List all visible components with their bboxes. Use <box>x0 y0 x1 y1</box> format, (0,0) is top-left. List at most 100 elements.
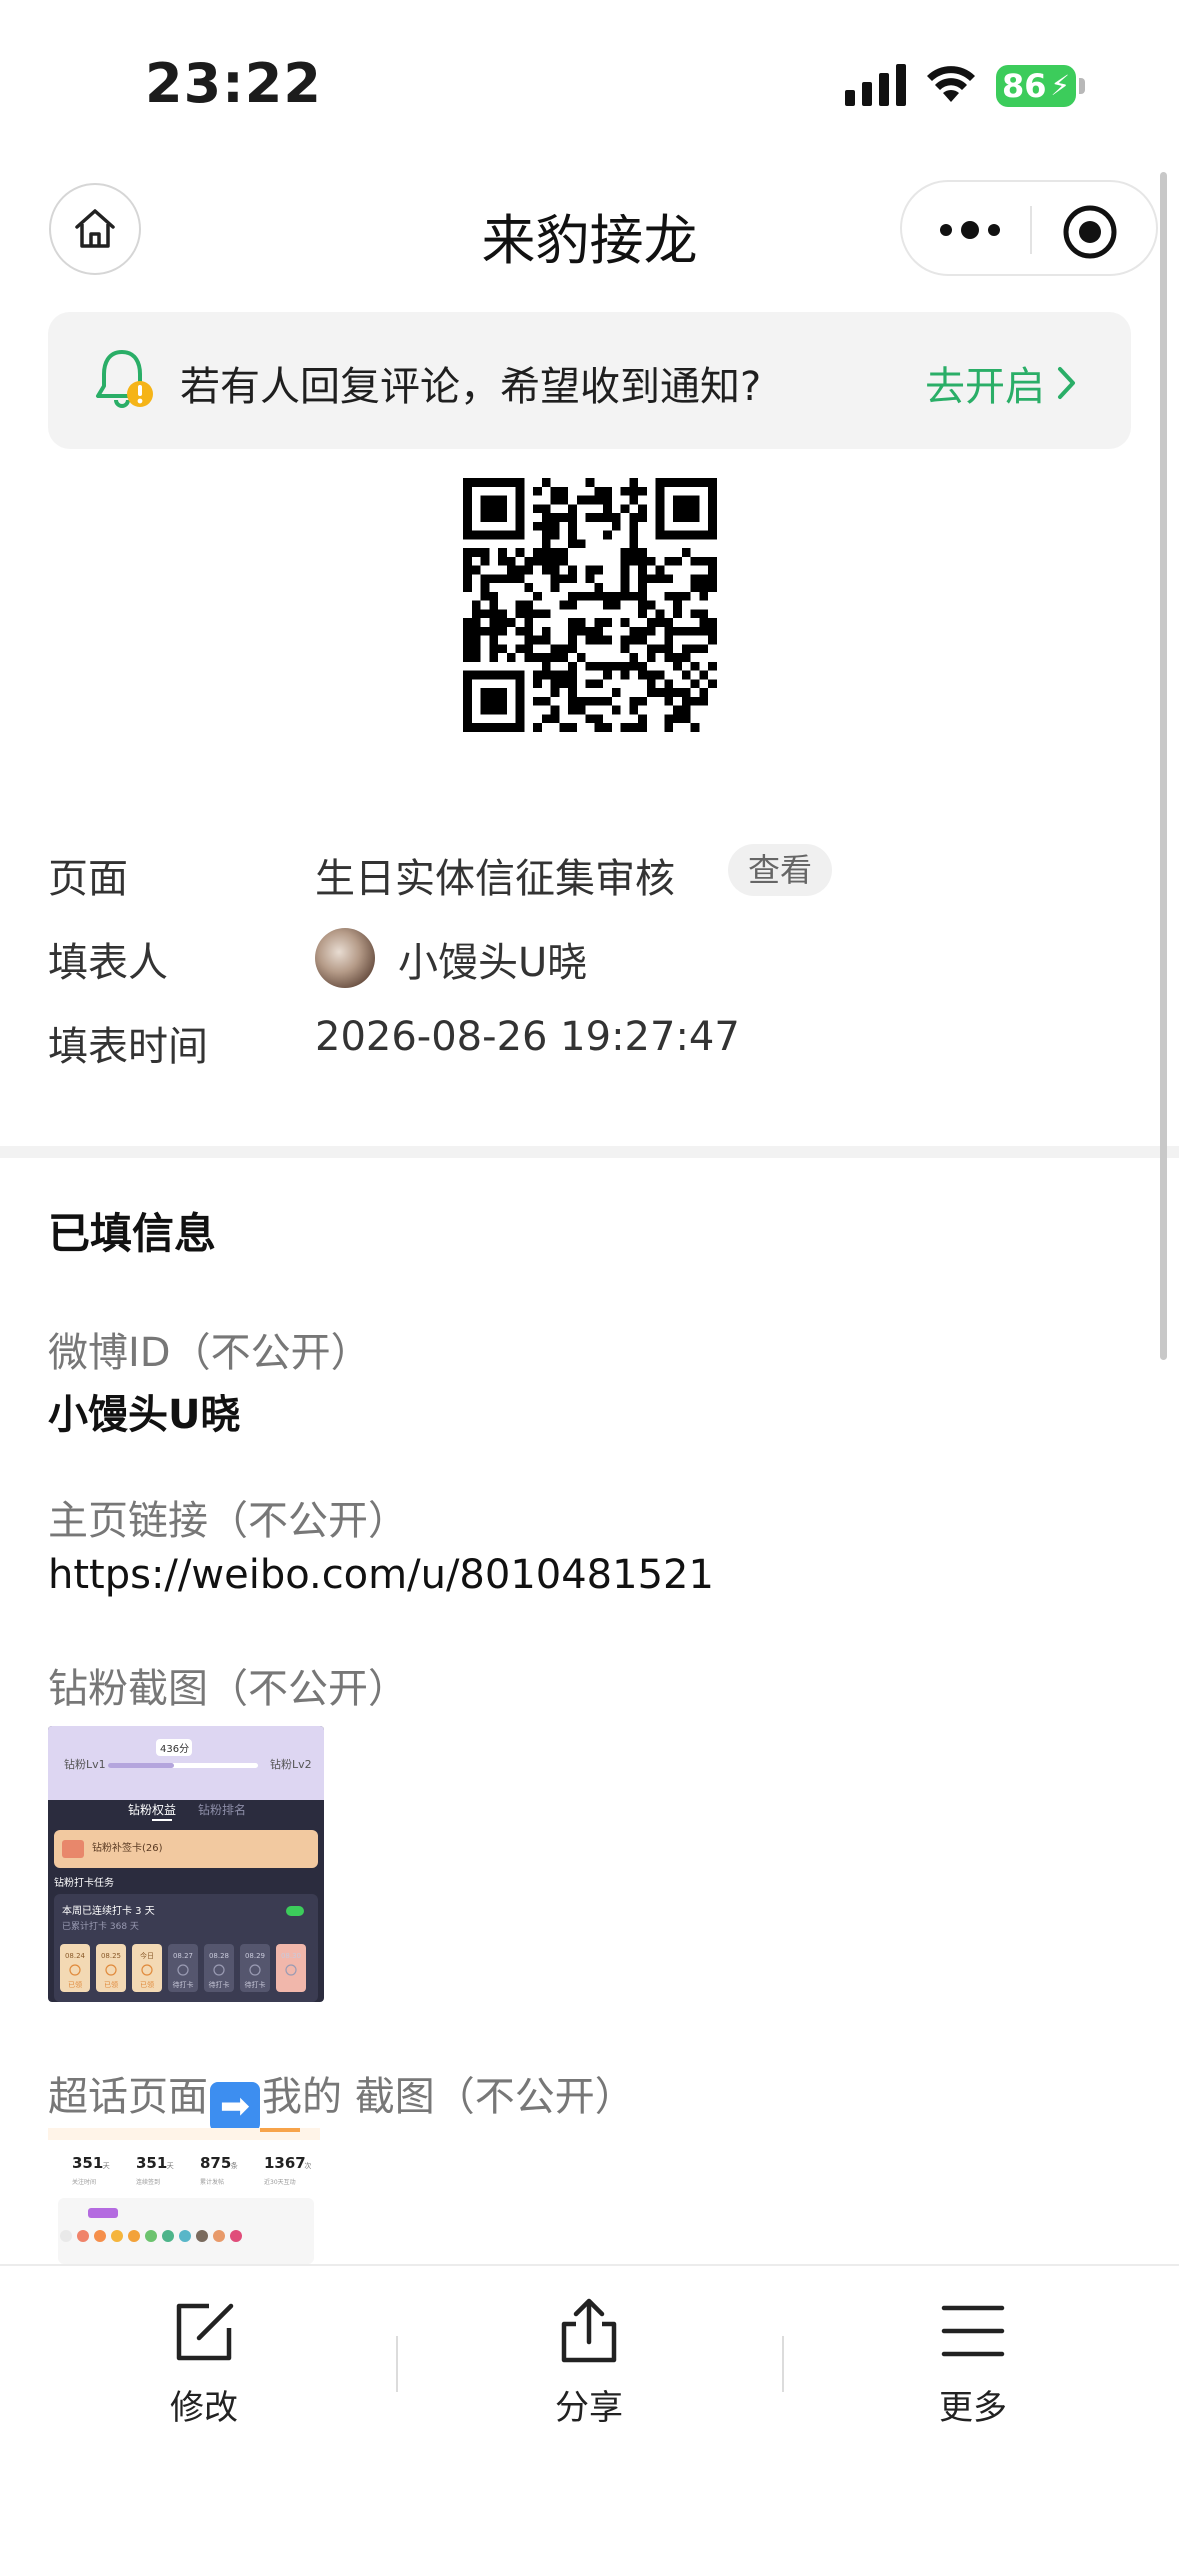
charging-bolt-icon: ⚡ <box>1050 69 1070 102</box>
filled-info-title: 已填信息 <box>48 1209 217 1258</box>
enable-notify-link[interactable]: 去开启 <box>925 354 1077 412</box>
scrollbar[interactable] <box>1160 172 1167 1360</box>
close-miniprogram-button[interactable] <box>1062 204 1118 260</box>
thumb-lv2: 钻粉Lv2 <box>270 1757 312 1771</box>
time-value: 2026-08-26 19:27:47 <box>315 1014 740 1060</box>
homepage-label: 主页链接（不公开） <box>48 1498 408 1544</box>
thumb2-badge-icon <box>162 2230 174 2242</box>
more-button[interactable]: 更多 <box>873 2296 1073 2429</box>
thumb-tab2: 钻粉排名 <box>198 1802 246 1817</box>
more-dots-icon <box>940 221 1000 239</box>
thumb2-badge-icon <box>94 2230 106 2242</box>
arrow-right-emoji-icon: ➡ <box>210 2082 260 2132</box>
thumb-score: 436分 <box>160 1743 189 1755</box>
thumb-day-date: 08.25 <box>101 1952 121 1960</box>
filler-label: 填表人 <box>48 940 168 986</box>
thumb2-stat-caption: 连续签到 <box>136 2178 160 2186</box>
edit-button[interactable]: 修改 <box>104 2296 304 2429</box>
thumb2-badge-icon <box>145 2230 157 2242</box>
toolbar-divider <box>782 2336 784 2392</box>
thumb-day-status: 已领 <box>140 1980 154 1989</box>
thumb-card-title: 钻粉补签卡(26) <box>92 1841 163 1854</box>
weibo-id-value: 小馒头U晓 <box>48 1392 241 1438</box>
thumb-day-status: 待打卡 <box>245 1980 266 1989</box>
status-time: 23:22 <box>145 52 322 115</box>
topic-screenshot-image: 351 天关注时间351 天连续签到875 条累计发帖1367次近30天互动 <box>48 2128 320 2264</box>
thumb2-badge-icon <box>179 2230 191 2242</box>
page-label: 页面 <box>48 856 128 902</box>
share-button[interactable]: 分享 <box>489 2296 689 2429</box>
avatar[interactable] <box>315 928 375 988</box>
thumb2-stats-row: 351 天关注时间351 天连续签到875 条累计发帖1367次近30天互动 <box>72 2154 311 2186</box>
toolbar-divider <box>396 2336 398 2392</box>
share-label: 分享 <box>555 2388 623 2428</box>
homepage-link[interactable]: https://weibo.com/u/8010481521 <box>48 1552 714 1598</box>
battery-level: 86 <box>1002 67 1047 105</box>
thumb-day-status: 已领 <box>68 1980 82 1989</box>
thumb-day-status: 待打卡 <box>173 1980 194 1989</box>
thumb2-stat-caption: 近30天互动 <box>264 2178 296 2186</box>
thumb-task-title: 钻粉打卡任务 <box>54 1876 114 1889</box>
page-value: 生日实体信征集审核 <box>315 856 675 902</box>
fans-screenshot-label: 钻粉截图（不公开） <box>48 1666 408 1712</box>
battery-nub <box>1079 78 1085 94</box>
view-button[interactable]: 查看 <box>728 844 833 896</box>
notify-text: 若有人回复评论，希望收到通知? <box>180 364 762 410</box>
time-label: 填表时间 <box>48 1024 208 1070</box>
filler-name: 小馒头U晓 <box>398 940 588 986</box>
thumb-day-date: 08.29 <box>245 1952 265 1960</box>
thumb-day-date: 08.28 <box>209 1952 229 1960</box>
notification-banner[interactable]: 若有人回复评论，希望收到通知? 去开启 <box>48 312 1131 449</box>
battery-indicator: 86 ⚡ <box>996 65 1085 107</box>
thumb2-badge-icon <box>60 2230 72 2242</box>
chevron-right-icon <box>1058 367 1075 399</box>
share-icon <box>561 2298 617 2363</box>
thumb2-stat-unit: 天 <box>103 2162 110 2170</box>
thumb-day-row: 08.24 已领 08.25 已领 今日已领 08.27 待打卡 08.28 待打卡 08.29 待… <box>60 1944 306 1992</box>
wifi-icon <box>927 66 975 102</box>
thumb2-stat-unit: 次 <box>304 2161 311 2170</box>
thumb2-stat-value: 351 <box>72 2154 103 2172</box>
thumb2-badge-icon <box>196 2230 208 2242</box>
thumb2-stat-caption: 关注时间 <box>72 2178 96 2186</box>
thumb2-badge-icon <box>111 2230 123 2242</box>
thumb2-stat-value: 351 <box>136 2154 167 2172</box>
section-divider <box>0 1146 1179 1158</box>
thumb-day-date: 今日 <box>140 1951 154 1960</box>
thumb2-badge-icon <box>230 2230 242 2242</box>
thumb2-badge-icon <box>128 2230 140 2242</box>
thumb2-badge-icon <box>77 2230 89 2242</box>
edit-label: 修改 <box>170 2388 238 2428</box>
thumb-day-status: 已领 <box>104 1980 118 1989</box>
thumb2-badge-icon <box>213 2230 225 2242</box>
thumb2-stat-value: 1367 <box>264 2154 306 2172</box>
fans-screenshot-image: 钻粉Lv1 钻粉Lv2 436分 钻粉权益 钻粉排名 钻粉补签卡(26) 钻粉打… <box>48 1726 324 2002</box>
submission-meta: 页面 生日实体信征集审核 查看 填表人 小馒头U晓 填表时间 2026-08-2… <box>48 838 1131 1090</box>
miniprogram-capsule <box>900 180 1158 276</box>
status-bar: 23:22 86 ⚡ <box>0 0 1179 150</box>
thumb2-stat-caption: 累计发帖 <box>200 2178 224 2186</box>
enable-notify-label: 去开启 <box>925 364 1045 410</box>
qr-code[interactable] <box>463 478 717 732</box>
bottom-toolbar: 修改 分享 更多 <box>0 2264 1179 2556</box>
thumb2-stat-unit: 天 <box>167 2162 174 2170</box>
thumb-day-date: 08.27 <box>173 1952 193 1960</box>
cellular-signal-icon <box>845 64 906 106</box>
thumb-total: 已累计打卡 368 天 <box>62 1920 139 1932</box>
bell-alert-icon <box>96 350 153 408</box>
meta-row-time: 填表时间 2026-08-26 19:27:47 <box>48 1006 1131 1090</box>
thumb-day-date: 08.24 <box>65 1952 86 1960</box>
weibo-id-label: 微博ID（不公开） <box>48 1330 371 1376</box>
thumb2-stat-value: 875 <box>200 2154 231 2172</box>
topic-label-post: 我的 截图（不公开） <box>262 2074 635 2120</box>
meta-row-filler: 填表人 小馒头U晓 <box>48 922 1131 1006</box>
capsule-divider <box>1030 206 1032 254</box>
topic-screenshot-thumbnail[interactable]: 351 天关注时间 351 天连续签到 875 条累计发帖 1367 次近30天互动 <box>48 2128 320 2264</box>
topic-screenshot-label: 超话页面 ➡ 我的 截图（不公开） <box>48 2064 635 2132</box>
nav-bar: 来豹接龙 <box>0 170 1179 290</box>
meta-row-page: 页面 生日实体信征集审核 查看 <box>48 838 1131 922</box>
fans-screenshot-thumbnail[interactable]: 钻粉Lv1 钻粉Lv2 436分 钻粉权益 钻粉排名 钻粉补签卡(26) 钻粉打… <box>48 1726 324 2002</box>
more-menu-button[interactable] <box>930 208 1010 252</box>
menu-icon <box>941 2305 1005 2357</box>
more-label: 更多 <box>939 2388 1007 2428</box>
